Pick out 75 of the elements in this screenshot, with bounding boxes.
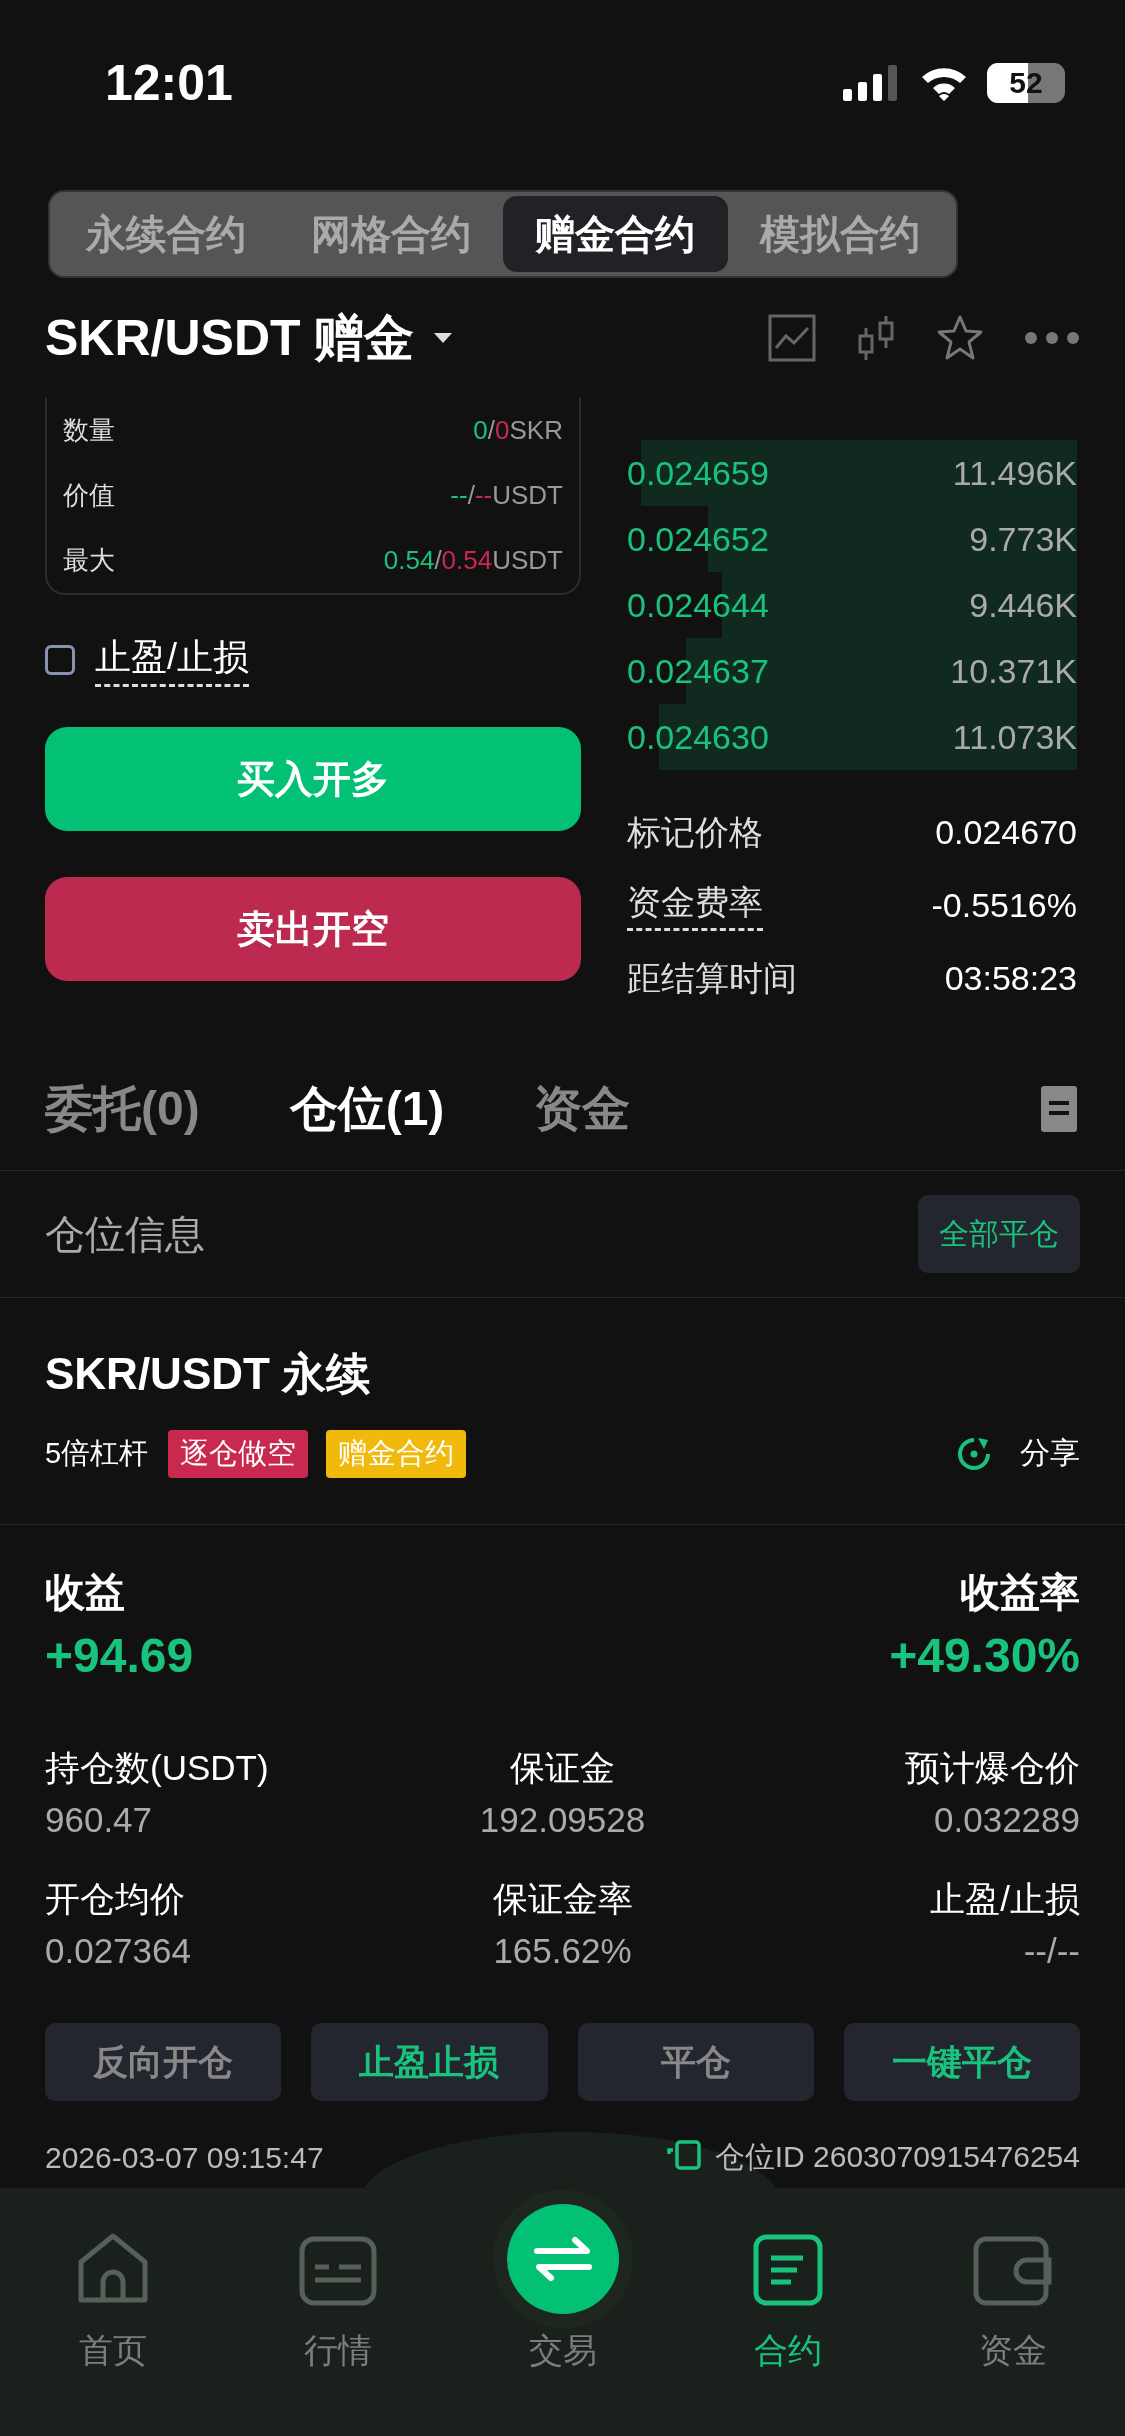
- section-title: 仓位信息: [45, 1210, 205, 1258]
- stat-value: 192.09528: [479, 1800, 646, 1840]
- section-tab[interactable]: 仓位(1): [289, 1077, 445, 1141]
- stat-label: 止盈/止损: [930, 1878, 1080, 1920]
- star-icon[interactable]: [936, 314, 984, 362]
- summary-value: 0.54/0.54USDT: [383, 545, 563, 576]
- position-title: SKR/USDT 永续: [45, 1347, 372, 1400]
- document-icon[interactable]: [1041, 1086, 1077, 1132]
- order-price[interactable]: 0.024659: [627, 453, 769, 493]
- order-amount: 10.371K: [950, 651, 1077, 691]
- order-amount: 11.496K: [952, 453, 1077, 493]
- bottom-tab[interactable]: 合约: [675, 2204, 900, 2374]
- open-time: 2026-03-07 09:15:47: [45, 2140, 324, 2175]
- stat-label: 预计爆仓价: [905, 1747, 1080, 1789]
- position-tag: 赠金合约: [326, 1429, 467, 1478]
- tp-sl-label[interactable]: 止盈/止损: [95, 633, 249, 687]
- line-chart-icon[interactable]: [768, 314, 816, 362]
- market-info-value: 0.024670: [935, 813, 1077, 852]
- pair-title[interactable]: SKR/USDT 赠金: [45, 304, 415, 372]
- position-id: 仓位ID 2603070915476254: [714, 2139, 1080, 2175]
- bottom-tab[interactable]: 首页: [0, 2204, 225, 2374]
- contract-type-tab[interactable]: 赠金合约: [503, 196, 728, 272]
- card-icon: [298, 2236, 377, 2306]
- document-icon: [752, 2234, 823, 2306]
- position-action-button[interactable]: 反向开仓: [45, 2023, 282, 2101]
- close-all-button[interactable]: 全部平仓: [918, 1195, 1080, 1273]
- stat-label: 开仓均价: [45, 1878, 186, 1920]
- pnl-value: +94.69: [45, 1628, 194, 1683]
- sell-short-button[interactable]: 卖出开空: [45, 877, 581, 981]
- dropdown-caret-icon[interactable]: [432, 331, 455, 345]
- bottom-tab[interactable]: 行情: [225, 2204, 450, 2374]
- share-link[interactable]: 分享: [1020, 1433, 1080, 1474]
- more-icon[interactable]: [1024, 331, 1080, 345]
- order-price[interactable]: 0.024652: [627, 519, 769, 559]
- stat-value: --/--: [1023, 1931, 1080, 1971]
- pnl-rate-value: +49.30%: [889, 1628, 1080, 1683]
- wallet-icon: [972, 2236, 1053, 2306]
- stat-value: 0.032289: [934, 1800, 1080, 1840]
- tp-sl-checkbox[interactable]: [45, 645, 75, 675]
- stat-label: 保证金率: [492, 1878, 633, 1920]
- position-action-button[interactable]: 止盈止损: [311, 2023, 548, 2101]
- order-price[interactable]: 0.024644: [627, 585, 769, 625]
- bottom-tab[interactable]: 资金: [900, 2204, 1125, 2374]
- summary-label: 价值: [63, 479, 115, 512]
- market-info-value: -0.5516%: [931, 886, 1077, 925]
- market-info-label: 距结算时间: [627, 957, 797, 999]
- stat-value: 0.027364: [45, 1931, 192, 1971]
- summary-label: 最大: [63, 544, 115, 577]
- stat-label: 保证金: [510, 1747, 615, 1789]
- status-time: 12:01: [105, 53, 233, 112]
- order-amount: 9.446K: [969, 585, 1077, 625]
- position-action-button[interactable]: 平仓: [577, 2023, 814, 2101]
- stat-value: 960.47: [45, 1800, 154, 1840]
- stat-label: 持仓数(USDT): [45, 1747, 270, 1789]
- order-amount: 9.773K: [969, 519, 1077, 559]
- bottom-tab[interactable]: 交易: [450, 2204, 675, 2374]
- section-tab[interactable]: 资金: [534, 1077, 631, 1141]
- summary-value: --/--USDT: [450, 480, 563, 511]
- pnl-label: 收益: [45, 1569, 126, 1616]
- order-price[interactable]: 0.024630: [627, 717, 769, 757]
- leverage-label: 5倍杠杆: [45, 1435, 149, 1471]
- position-action-button[interactable]: 一键平仓: [843, 2023, 1080, 2101]
- position-tag: 逐仓做空: [168, 1429, 309, 1478]
- stat-value: 165.62%: [493, 1931, 632, 1971]
- pnl-rate-label: 收益率: [960, 1569, 1080, 1616]
- summary-label: 数量: [63, 414, 115, 447]
- section-tab[interactable]: 委托(0): [45, 1077, 200, 1141]
- candlestick-icon[interactable]: [856, 314, 896, 362]
- market-info-label: 标记价格: [627, 811, 763, 853]
- market-info-label: 资金费率: [627, 880, 763, 931]
- summary-value: 0/0SKR: [473, 415, 563, 446]
- market-info-value: 03:58:23: [944, 959, 1077, 998]
- order-price[interactable]: 0.024637: [627, 651, 769, 691]
- share-icon[interactable]: [956, 1435, 992, 1472]
- order-amount: 11.073K: [952, 717, 1077, 757]
